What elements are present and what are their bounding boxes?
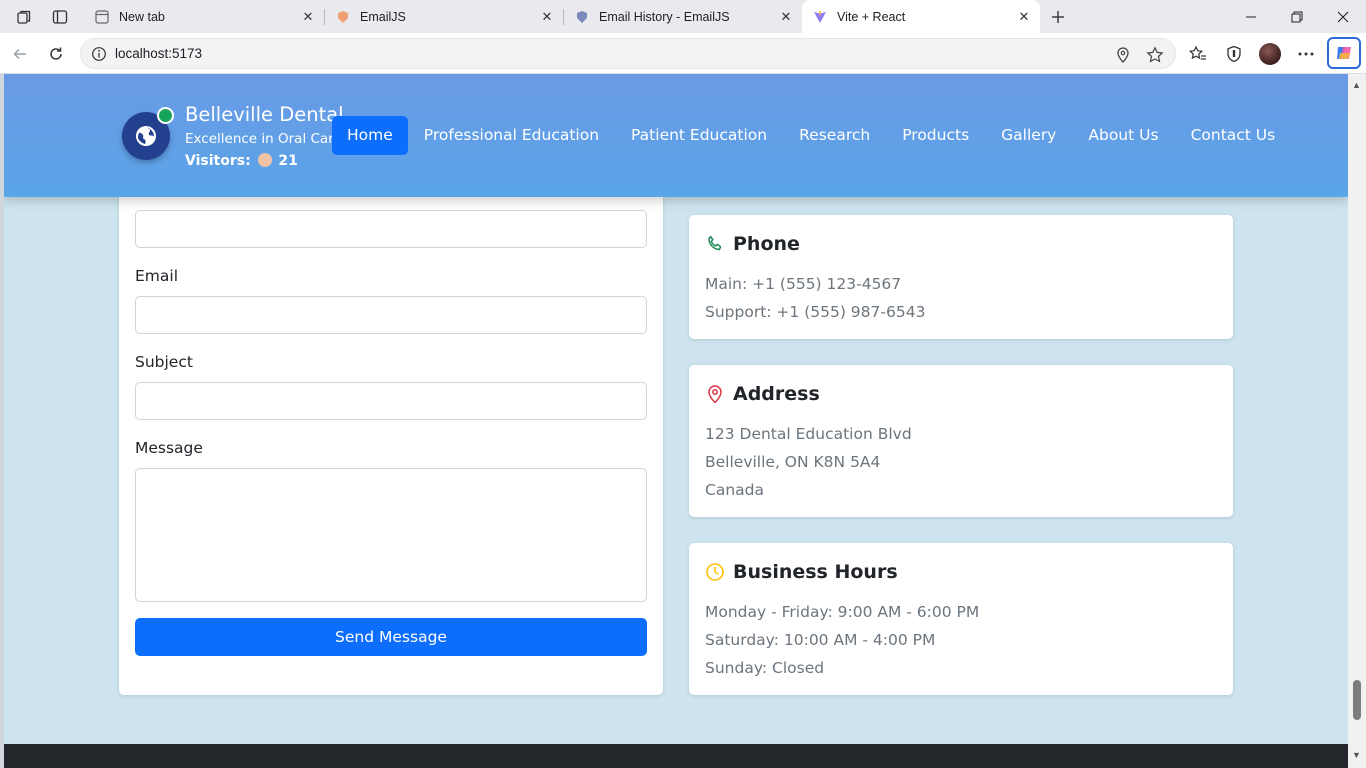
site-info-icon[interactable] [91, 46, 107, 67]
emailjs-icon [335, 9, 351, 25]
brand-name[interactable]: Belleville Dental [185, 103, 344, 126]
address-bar[interactable]: localhost:5173 [80, 38, 1176, 69]
tab-title: Email History - EmailJS [599, 9, 730, 24]
favorites-icon[interactable] [1188, 44, 1208, 64]
tab-actions-icon[interactable] [50, 7, 70, 27]
close-icon[interactable]: ✕ [776, 7, 796, 27]
close-window-button[interactable] [1320, 0, 1366, 33]
brand-tagline: Excellence in Oral Care [185, 131, 342, 147]
email-label: Email [135, 267, 179, 285]
address-line-1: 123 Dental Education Blvd [705, 425, 912, 443]
favorite-star-icon[interactable] [1146, 46, 1164, 64]
main-nav: Home Professional Education Patient Educ… [332, 116, 1291, 155]
email-field[interactable] [135, 296, 647, 334]
site-footer [4, 744, 1348, 768]
subject-label: Subject [135, 353, 193, 371]
tab-new-tab[interactable]: New tab ✕ [84, 0, 324, 33]
profile-avatar[interactable] [1259, 43, 1281, 65]
hours-title: Business Hours [733, 561, 898, 583]
visitors-label: Visitors: [185, 153, 251, 169]
nav-patient-education[interactable]: Patient Education [615, 116, 783, 155]
phone-support: Support: +1 (555) 987-6543 [705, 303, 926, 321]
address-line-3: Canada [705, 481, 764, 499]
hours-sunday: Sunday: Closed [705, 659, 825, 677]
site-header: Belleville Dental Excellence in Oral Car… [4, 74, 1348, 197]
phone-card: Phone Main: +1 (555) 123-4567 Support: +… [689, 215, 1233, 339]
address-line-2: Belleville, ON K8N 5A4 [705, 453, 881, 471]
nav-gallery[interactable]: Gallery [985, 116, 1072, 155]
workspaces-icon[interactable] [14, 7, 34, 27]
refresh-icon[interactable] [44, 42, 68, 66]
tab-email-history[interactable]: Email History - EmailJS ✕ [564, 0, 802, 33]
scroll-up-icon[interactable]: ▲ [1352, 80, 1361, 90]
nav-contact-us[interactable]: Contact Us [1175, 116, 1292, 155]
hours-weekday: Monday - Friday: 9:00 AM - 6:00 PM [705, 603, 980, 621]
close-icon[interactable]: ✕ [1014, 7, 1034, 27]
tab-title: EmailJS [360, 9, 406, 24]
name-field[interactable] [135, 210, 647, 248]
location-icon[interactable] [1114, 46, 1132, 64]
minimize-button[interactable] [1228, 0, 1274, 33]
message-label: Message [135, 439, 203, 457]
url-text: localhost:5173 [115, 46, 203, 61]
nav-professional-education[interactable]: Professional Education [408, 116, 615, 155]
copilot-icon[interactable] [1327, 37, 1361, 69]
page-scrollbar[interactable]: ▲ ▼ [1348, 74, 1366, 768]
scroll-down-icon[interactable]: ▼ [1352, 750, 1361, 760]
tab-emailjs[interactable]: EmailJS ✕ [325, 0, 563, 33]
emailjs-icon [574, 9, 590, 25]
tab-vite-react[interactable]: Vite + React ✕ [802, 0, 1040, 33]
phone-icon [708, 235, 722, 251]
new-tab-icon [94, 9, 110, 25]
nav-about-us[interactable]: About Us [1072, 116, 1174, 155]
browser-toolbar: localhost:5173 [0, 33, 1366, 74]
clock-icon [706, 563, 724, 581]
page-viewport: Belleville Dental Excellence in Oral Car… [4, 74, 1348, 768]
send-message-button[interactable]: Send Message [135, 618, 647, 656]
new-tab-plus-icon[interactable] [1048, 7, 1068, 27]
tab-title: Vite + React [837, 9, 906, 24]
nav-products[interactable]: Products [886, 116, 985, 155]
browser-tab-bar: New tab ✕ EmailJS ✕ Email History - Emai… [0, 0, 1366, 33]
nav-home[interactable]: Home [332, 116, 408, 155]
close-icon[interactable]: ✕ [537, 7, 557, 27]
business-hours-card: Business Hours Monday - Friday: 9:00 AM … [689, 543, 1233, 695]
back-icon[interactable] [8, 42, 32, 66]
map-pin-icon [708, 385, 722, 404]
more-options-icon[interactable] [1296, 44, 1316, 64]
phone-title: Phone [733, 233, 800, 255]
nav-research[interactable]: Research [783, 116, 886, 155]
person-emoji-icon [257, 153, 272, 167]
contact-form-card: Email Subject Message Send Message [119, 134, 663, 695]
restore-button[interactable] [1274, 0, 1320, 33]
close-icon[interactable]: ✕ [298, 7, 318, 27]
visitors-count: 21 [278, 153, 298, 169]
online-status-dot [157, 107, 174, 124]
visitor-counter: Visitors: 21 [185, 153, 298, 169]
tab-title: New tab [119, 9, 165, 24]
vite-icon [812, 9, 828, 25]
subject-field[interactable] [135, 382, 647, 420]
scrollbar-thumb[interactable] [1353, 680, 1361, 720]
message-field[interactable] [135, 468, 647, 602]
hours-saturday: Saturday: 10:00 AM - 4:00 PM [705, 631, 936, 649]
shield-icon[interactable] [1224, 44, 1244, 64]
address-title: Address [733, 383, 820, 405]
phone-main: Main: +1 (555) 123-4567 [705, 275, 902, 293]
address-card: Address 123 Dental Education Blvd Bellev… [689, 365, 1233, 517]
